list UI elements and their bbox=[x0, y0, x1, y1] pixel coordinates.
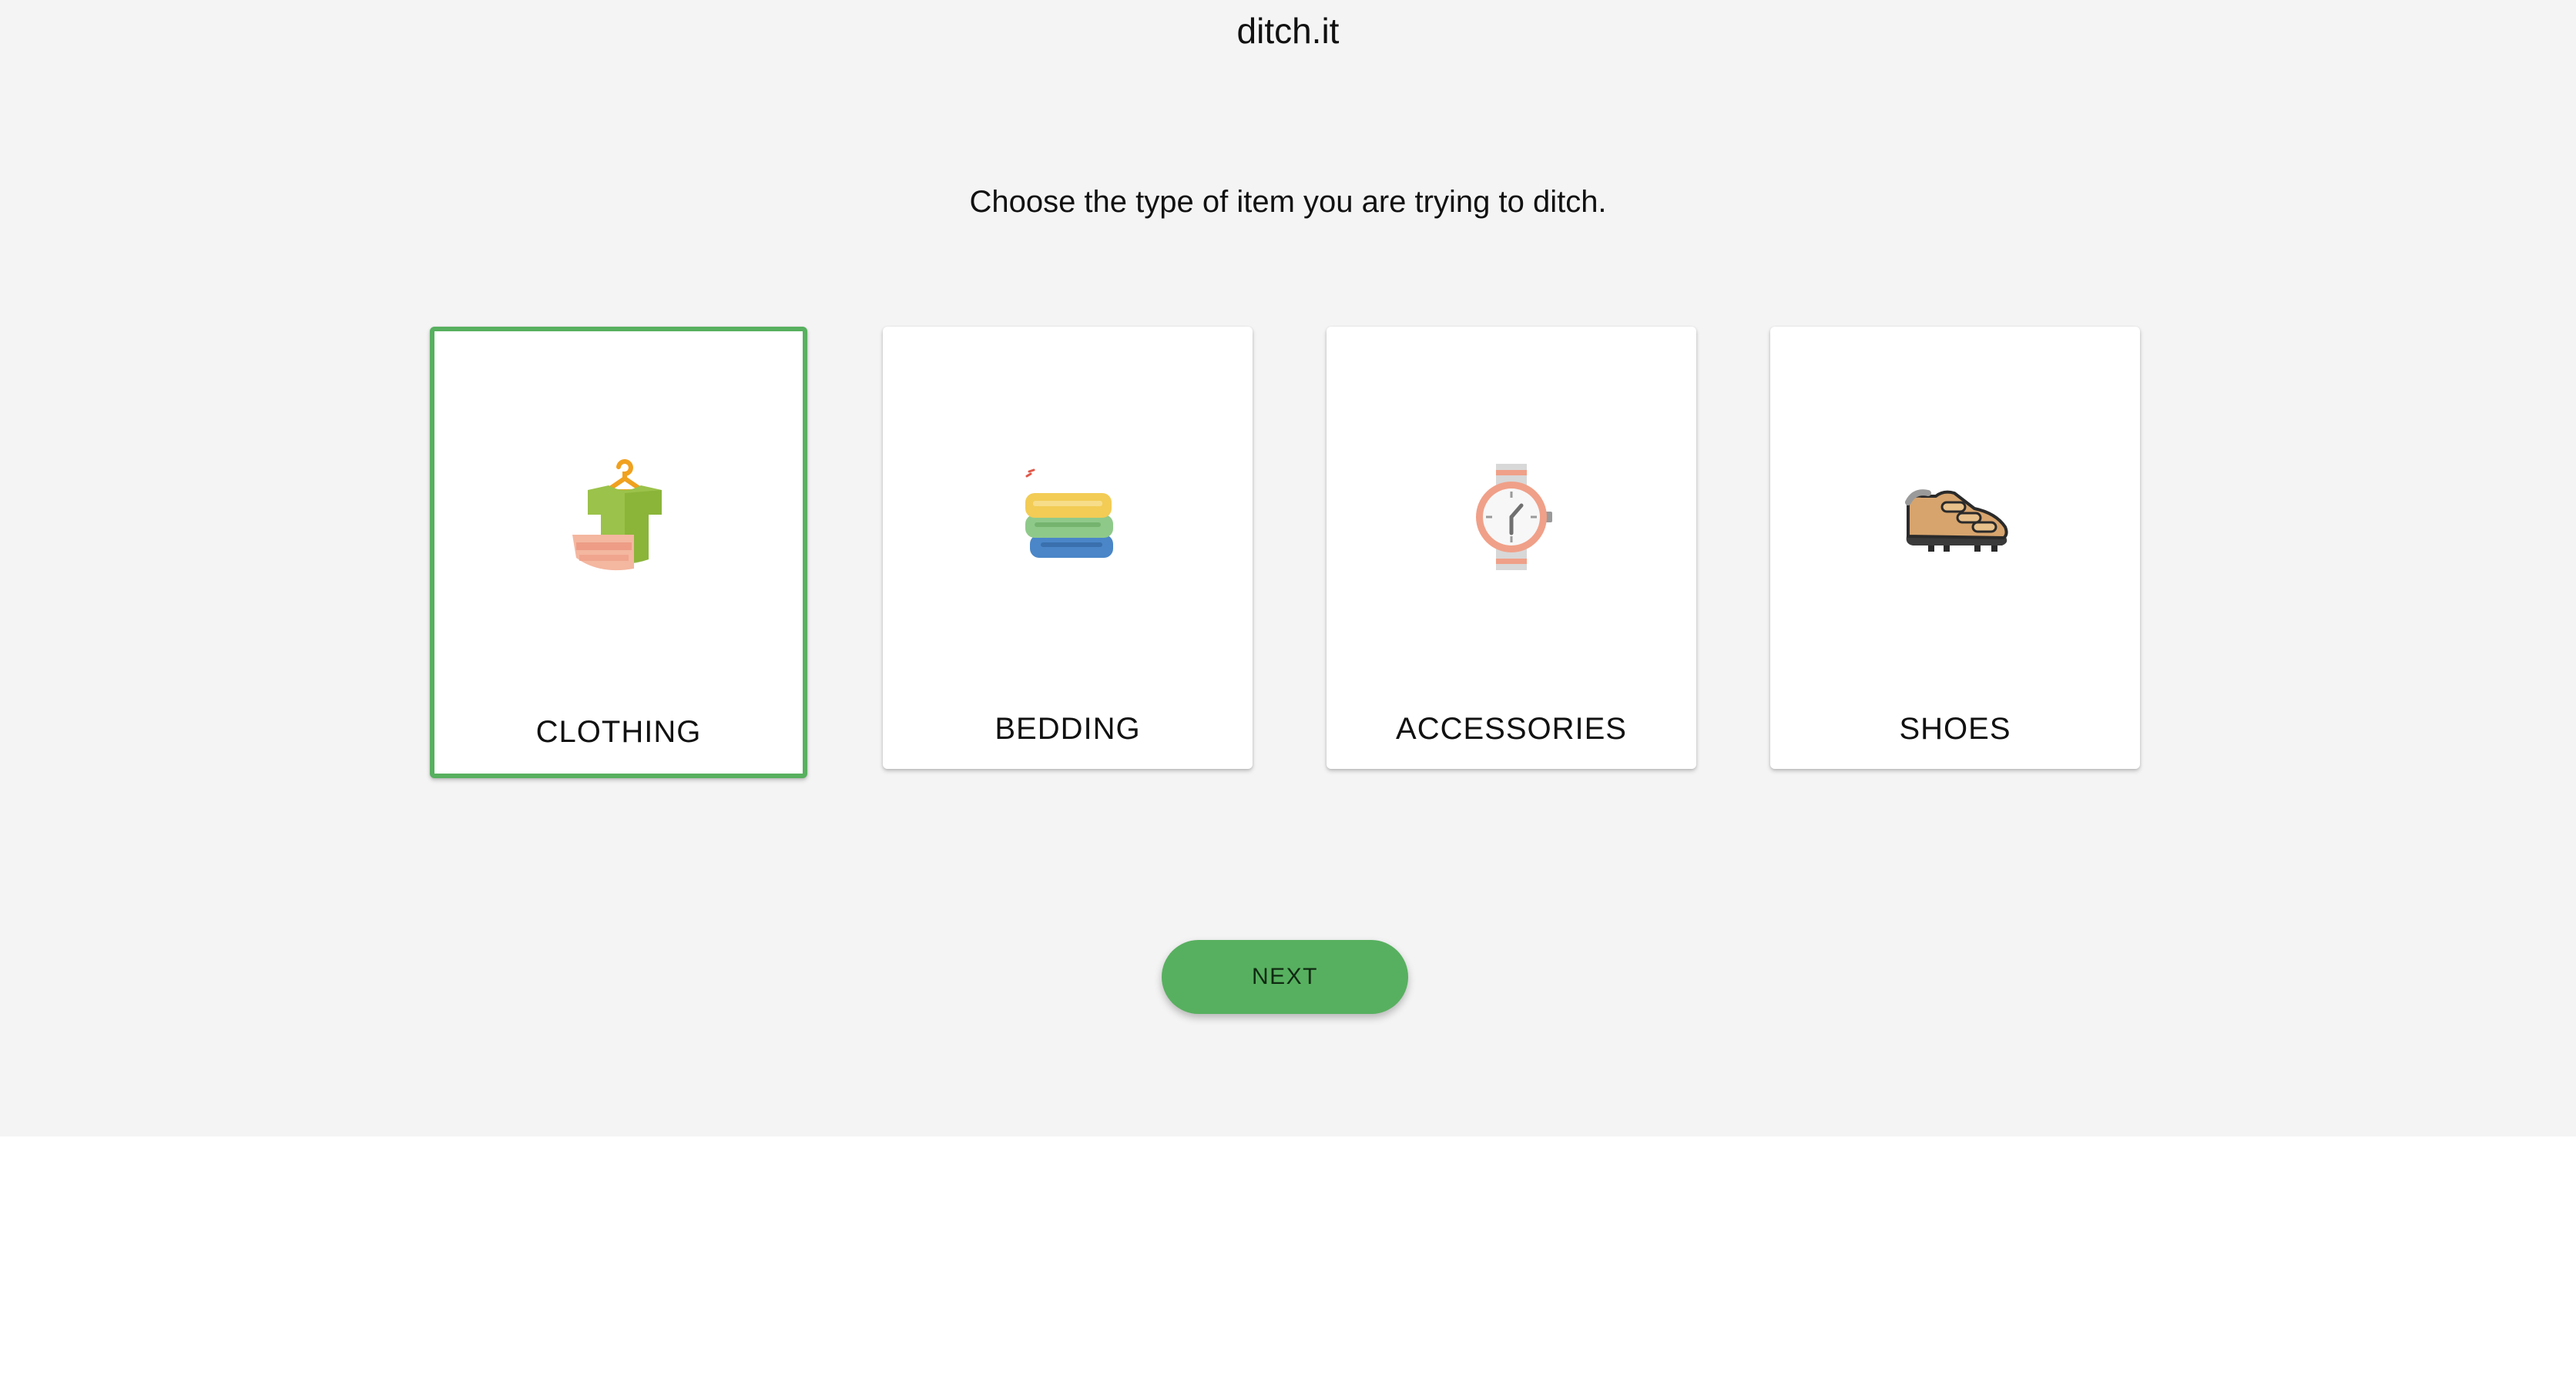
main-panel: ditch.it Choose the type of item you are… bbox=[0, 0, 2576, 1136]
category-card-bedding[interactable]: BEDDING bbox=[883, 327, 1253, 769]
category-card-clothing[interactable]: CLOTHING bbox=[430, 327, 807, 778]
bedding-icon bbox=[1025, 468, 1113, 558]
category-label: BEDDING bbox=[995, 712, 1141, 746]
category-card-accessories[interactable]: ACCESSORIES bbox=[1327, 327, 1696, 769]
category-label: CLOTHING bbox=[535, 715, 702, 749]
clothing-icon bbox=[572, 459, 662, 571]
page-prompt: Choose the type of item you are trying t… bbox=[969, 185, 1607, 219]
category-label: SHOES bbox=[1899, 712, 2011, 746]
brand-title: ditch.it bbox=[1236, 11, 1340, 51]
category-label: ACCESSORIES bbox=[1396, 712, 1627, 746]
watch-icon bbox=[1476, 464, 1552, 570]
category-card-shoes[interactable]: SHOES bbox=[1770, 327, 2140, 769]
next-button[interactable]: NEXT bbox=[1162, 940, 1408, 1014]
shoe-icon bbox=[1905, 489, 2008, 552]
